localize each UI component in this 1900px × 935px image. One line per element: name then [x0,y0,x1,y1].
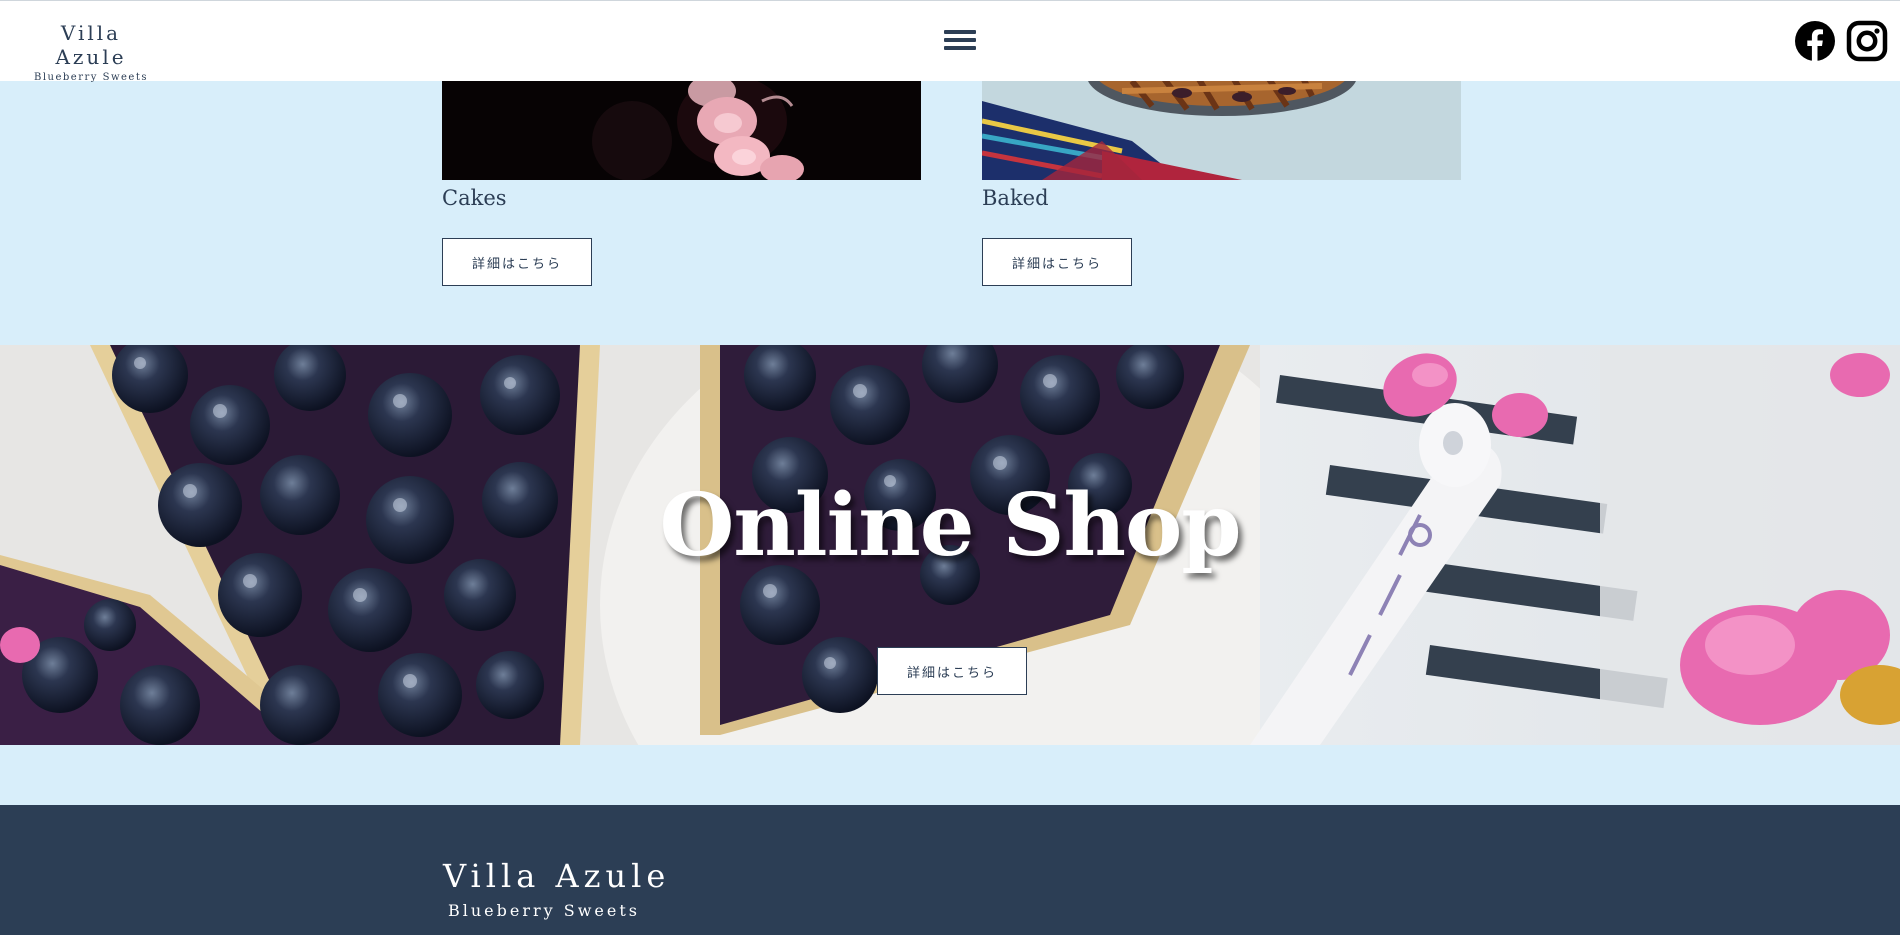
category-card-cakes: Cakes 詳細はこちら [442,81,921,286]
category-card-baked: Baked 詳細はこちら [982,81,1461,286]
footer-logo[interactable]: Villa Azule Blueberry Sweets [443,857,671,920]
footer-logo-tagline: Blueberry Sweets [447,901,640,920]
site-header: Villa Azule Blueberry Sweets [0,0,1900,83]
facebook-icon[interactable] [1794,20,1836,62]
site-footer: Villa Azule Blueberry Sweets [0,805,1900,935]
cakes-details-button[interactable]: 詳細はこちら [442,238,592,286]
baked-image [982,81,1461,180]
hamburger-menu-icon[interactable] [944,30,976,56]
category-title: Baked [982,186,1049,210]
header-logo[interactable]: Villa Azule Blueberry Sweets [30,21,152,83]
online-shop-banner: Online Shop 詳細はこちら [0,345,1900,745]
logo-name: Villa Azule [55,21,127,69]
cakes-image [442,81,921,180]
logo-tagline: Blueberry Sweets [33,72,148,83]
banner-title: Online Shop [659,475,1241,576]
category-title: Cakes [442,186,507,210]
baked-details-button[interactable]: 詳細はこちら [982,238,1132,286]
instagram-icon[interactable] [1846,20,1888,62]
footer-logo-name: Villa Azule [443,857,671,895]
online-shop-details-button[interactable]: 詳細はこちら [877,647,1027,695]
